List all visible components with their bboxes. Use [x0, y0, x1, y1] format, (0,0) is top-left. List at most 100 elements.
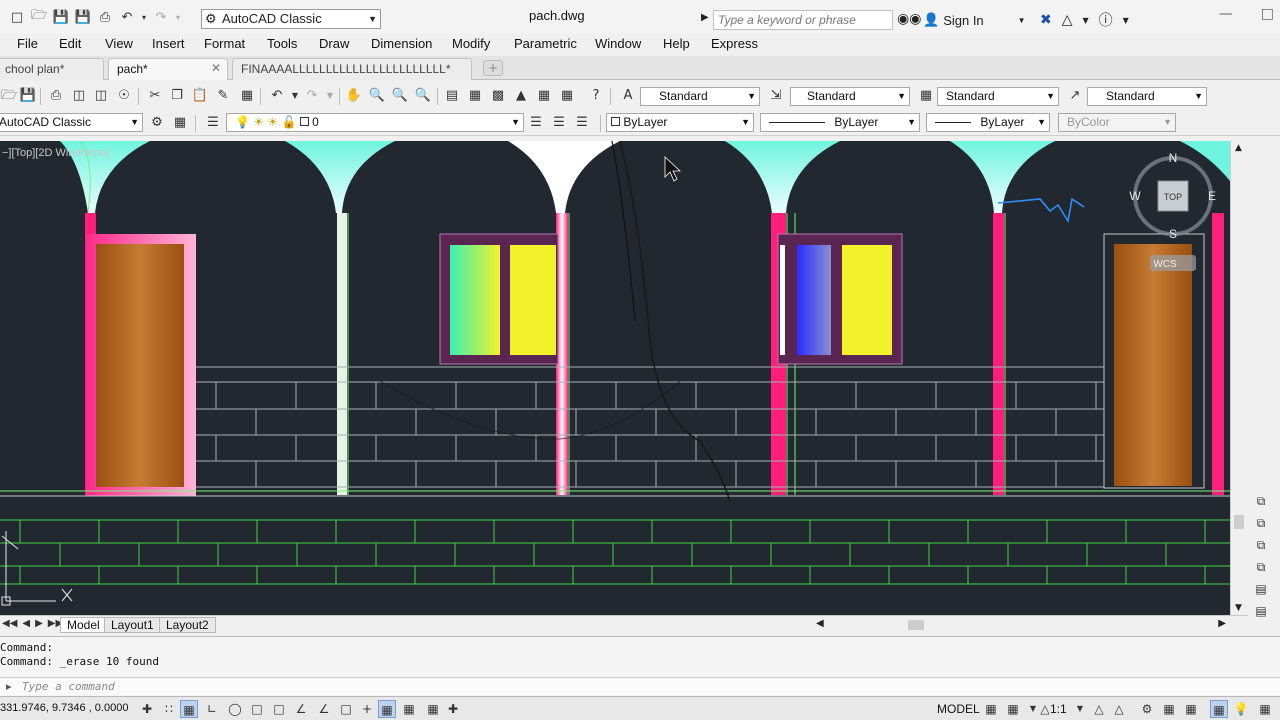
ortho-icon[interactable]: ∟ [203, 700, 221, 718]
new-tab-button[interactable]: + [483, 60, 503, 76]
menu-dimension[interactable]: Dimension [371, 36, 432, 51]
menu-window[interactable]: Window [595, 36, 641, 51]
sign-in-button[interactable]: 👤 Sign In ▼ [923, 12, 1026, 28]
scroll-right-icon[interactable]: ▶ [1218, 618, 1226, 629]
send-to-back-icon[interactable]: ⧉ [1252, 516, 1270, 534]
auto-scale-icon[interactable]: △ [1110, 700, 1128, 718]
color-dropdown[interactable]: ByLayer ▼ [606, 113, 754, 132]
ucs-toggle-icon[interactable]: □ [337, 700, 355, 718]
vertical-scrollbar[interactable]: ▲ ▼ [1230, 141, 1248, 615]
block-editor-icon[interactable]: ▦ [238, 87, 256, 105]
undo-icon[interactable]: ↶ [118, 8, 136, 26]
isolate-objects-icon[interactable]: ▦ [1210, 700, 1228, 718]
isodraft-icon[interactable]: □ [248, 700, 266, 718]
chevron-down-icon[interactable]: ▼ [286, 87, 304, 105]
text-style-icon[interactable]: A [619, 87, 637, 105]
layer-dropdown[interactable]: 💡 ☀ ☀ 🔓 0 ▼ [226, 113, 524, 132]
menu-express[interactable]: Express [711, 36, 758, 51]
maximize-icon[interactable]: □ [1261, 6, 1274, 22]
annotation-scale-value[interactable]: 1:1 [1050, 702, 1067, 716]
3d-dwf-icon[interactable]: ☉ [115, 87, 133, 105]
compass-south[interactable]: S [1169, 227, 1177, 241]
lineweight-icon[interactable]: ▦ [378, 700, 396, 718]
save-icon[interactable]: 💾 [52, 8, 70, 26]
text-front-icon[interactable]: ▤ [1252, 582, 1270, 600]
scroll-thumb[interactable] [1234, 515, 1244, 529]
coordinates-readout[interactable]: 331.9746, 9.7346 , 0.0000 [0, 702, 128, 714]
pan-icon[interactable]: ✋ [345, 87, 363, 105]
sheet-set-icon[interactable]: ▲ [512, 87, 530, 105]
menu-file[interactable]: File [17, 36, 38, 51]
properties-icon[interactable]: ▤ [443, 87, 461, 105]
horizontal-scrollbar[interactable]: ◀ ▶ [806, 617, 1230, 633]
compass-east[interactable]: E [1208, 189, 1216, 203]
menu-parametric[interactable]: Parametric [514, 36, 577, 51]
redo-dropdown-icon[interactable]: ▾ [174, 8, 182, 26]
wcs-label[interactable]: WCS [1153, 259, 1177, 270]
search-input[interactable]: Type a keyword or phrase [713, 10, 893, 30]
hardware-acceleration-icon[interactable]: ▦ [1182, 700, 1200, 718]
autodesk-a360-icon[interactable]: △ [1062, 12, 1073, 28]
menu-draw[interactable]: Draw [319, 36, 349, 51]
menu-insert[interactable]: Insert [152, 36, 185, 51]
open-icon[interactable]: 🗁 [0, 87, 18, 105]
drawing-canvas[interactable]: TOP N S E W WCS [0, 141, 1230, 615]
tab-model[interactable]: Model [60, 617, 107, 633]
compass-west[interactable]: W [1129, 189, 1141, 203]
dim-style-dropdown[interactable]: Standard ▼ [790, 87, 910, 106]
menu-view[interactable]: View [105, 36, 133, 51]
compass-north[interactable]: N [1169, 151, 1178, 165]
paste-icon[interactable]: 📋 [191, 87, 209, 105]
menu-modify[interactable]: Modify [452, 36, 490, 51]
binoculars-icon[interactable]: ◉◉ [897, 11, 921, 27]
close-icon[interactable]: ✕ [211, 61, 221, 75]
workspace-selector[interactable]: ⚙ AutoCAD Classic ▼ [201, 9, 381, 29]
multileader-style-icon[interactable]: ↗ [1066, 87, 1084, 105]
send-under-icon[interactable]: ⧉ [1252, 560, 1270, 578]
scroll-left-icon[interactable]: ◀ [816, 618, 824, 629]
layer-properties-icon[interactable]: ☰ [204, 114, 222, 132]
plot-icon[interactable]: ⎙ [96, 8, 114, 26]
calculator-icon[interactable]: ▦ [558, 87, 576, 105]
tab-pach[interactable]: pach* ✕ [108, 58, 228, 80]
annotation-visibility-icon[interactable]: △ [1090, 700, 1108, 718]
plot-style-dropdown[interactable]: ByColor ▼ [1058, 113, 1176, 132]
multileader-style-dropdown[interactable]: Standard ▼ [1087, 87, 1207, 106]
3d-osnap-icon[interactable]: ∠ [292, 700, 310, 718]
layer-previous-icon[interactable]: ☰ [550, 114, 568, 132]
match-properties-icon[interactable]: ✎ [214, 87, 232, 105]
copy-icon[interactable]: ❐ [168, 87, 186, 105]
zoom-window-icon[interactable]: 🔍 [391, 87, 409, 105]
dynamic-input-icon[interactable]: + [358, 700, 376, 718]
help-icon[interactable]: ? [587, 87, 605, 105]
plot-preview-icon[interactable]: ◫ [70, 87, 88, 105]
object-snap-icon[interactable]: □ [270, 700, 288, 718]
save-icon[interactable]: 💾 [19, 87, 37, 105]
bring-to-front-icon[interactable]: ⧉ [1252, 494, 1270, 512]
design-center-icon[interactable]: ▦ [466, 87, 484, 105]
chevron-down-icon[interactable]: ▼ [321, 87, 339, 105]
search-expand-icon[interactable]: ▶ [701, 12, 709, 23]
command-input[interactable]: ▸ Type a command [0, 677, 1280, 695]
table-style-icon[interactable]: ▦ [917, 87, 935, 105]
cut-icon[interactable]: ✂ [146, 87, 164, 105]
redo-icon[interactable]: ↷ [152, 8, 170, 26]
scroll-down-icon[interactable]: ▼ [1235, 603, 1242, 613]
snap-mode-icon[interactable]: ∷ [160, 700, 178, 718]
open-file-icon[interactable]: 🗁 [30, 8, 48, 26]
quick-view-layouts-icon[interactable]: ▦ [982, 700, 1000, 718]
tab-finaaaal[interactable]: FINAAAALLLLLLLLLLLLLLLLLLLLLLL* [232, 58, 472, 80]
minimize-icon[interactable]: — [1219, 6, 1233, 22]
model-space-toggle[interactable]: MODEL [937, 702, 980, 716]
scroll-up-icon[interactable]: ▲ [1235, 143, 1242, 153]
save-as-icon[interactable]: 💾 [74, 8, 92, 26]
chevron-down-icon[interactable]: ▼ [1083, 16, 1089, 25]
bring-above-icon[interactable]: ⧉ [1252, 538, 1270, 556]
text-style-dropdown[interactable]: Standard ▼ [640, 87, 760, 106]
annotation-monitor-icon[interactable]: ✚ [444, 700, 462, 718]
object-tracking-icon[interactable]: ∠ [315, 700, 333, 718]
scroll-thumb[interactable] [908, 620, 924, 630]
publish-icon[interactable]: ◫ [92, 87, 110, 105]
tab-layout2[interactable]: Layout2 [159, 617, 216, 633]
lineweight-dropdown[interactable]: ByLayer ▼ [926, 113, 1050, 132]
